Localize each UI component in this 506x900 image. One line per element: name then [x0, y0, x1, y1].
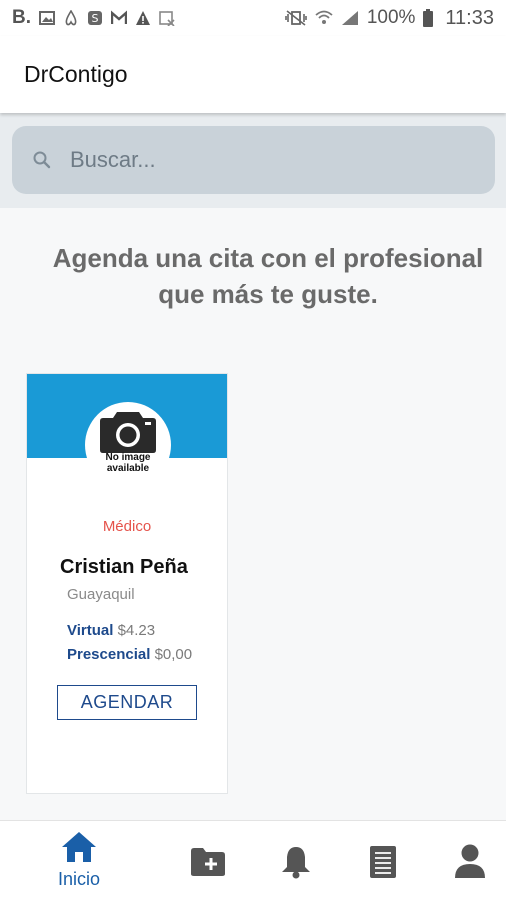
nav-add-folder[interactable] [168, 821, 248, 900]
presencial-label: Prescencial [67, 646, 151, 663]
presencial-price: $0,00 [154, 646, 193, 663]
headline: Agenda una cita con el profesional que m… [52, 243, 484, 309]
warning-notification-icon [136, 11, 150, 25]
doctor-card[interactable]: No image available Médico Cristian Peña … [26, 373, 228, 794]
nav-documents[interactable] [343, 821, 423, 900]
battery-percent: 100% [366, 7, 416, 28]
virtual-price: $4.23 [117, 622, 156, 639]
clock: 11:33 [445, 6, 494, 29]
image-off-notification-icon [159, 11, 175, 26]
nav-notifications[interactable] [256, 821, 336, 900]
search-region [0, 113, 506, 208]
battery-icon [423, 9, 434, 27]
doctor-city: Guayaquil [67, 586, 135, 603]
search-bar[interactable] [12, 126, 495, 194]
mute-vibrate-icon [285, 10, 307, 26]
home-icon [62, 832, 96, 862]
main-content: Agenda una cita con el profesional que m… [0, 208, 506, 820]
app-bar: DrContigo [0, 36, 506, 113]
camera-icon [100, 412, 156, 453]
bottom-nav: Inicio [0, 820, 506, 900]
status-right: 100% 11:33 [285, 7, 494, 30]
virtual-label: Virtual [67, 622, 114, 639]
agendar-button[interactable]: AGENDAR [57, 685, 197, 720]
airbnb-notification-icon [65, 10, 77, 26]
nav-inicio-label: Inicio [57, 869, 101, 889]
skype-notification-icon: S [88, 11, 102, 25]
document-list-icon [370, 846, 396, 878]
signal-icon [341, 11, 358, 25]
search-input[interactable] [70, 147, 450, 173]
folder-add-icon [191, 848, 225, 876]
gmail-notification-icon [111, 10, 127, 24]
app-title: DrContigo [24, 61, 128, 87]
nav-profile[interactable] [430, 821, 506, 900]
no-image-text: No image available [105, 452, 151, 474]
wifi-icon [315, 10, 333, 24]
image-notification-icon [39, 11, 55, 25]
status-left: B. S [12, 7, 175, 29]
notification-b-icon: B. [12, 7, 31, 28]
bell-icon [282, 847, 310, 879]
user-icon [455, 844, 485, 878]
status-bar: B. S 100% 11:33 [0, 0, 506, 36]
svg-text:S: S [92, 12, 99, 25]
avatar: No image available [85, 402, 171, 488]
specialty-label: Médico [102, 518, 152, 535]
nav-inicio[interactable]: Inicio [39, 821, 119, 900]
search-icon [33, 151, 51, 169]
doctor-name: Cristian Peña [60, 556, 188, 578]
presencial-price-row: Prescencial $0,00 [67, 646, 192, 663]
virtual-price-row: Virtual $4.23 [67, 622, 155, 639]
